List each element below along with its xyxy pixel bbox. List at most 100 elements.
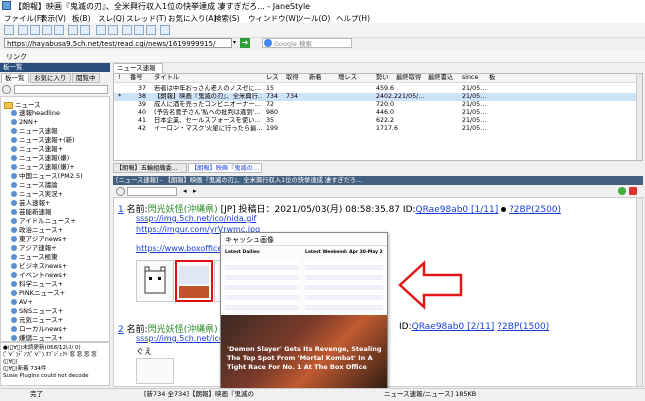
thread-list-tab[interactable]: ニュース速報: [113, 63, 163, 73]
board-item[interactable]: ニュース極東: [11, 253, 58, 261]
board-item[interactable]: ローカルnews+: [11, 325, 67, 333]
thread-tab[interactable]: 【朗報】五輪組織委…: [113, 163, 187, 173]
board-item[interactable]: 政治ニュース+: [11, 226, 63, 234]
screenshot-thumbnail[interactable]: [175, 260, 213, 302]
thread-list-scrollbar[interactable]: [636, 74, 642, 160]
stop-icon[interactable]: [146, 25, 156, 35]
tab-browsing[interactable]: 閲覧中: [72, 73, 100, 83]
thread-row[interactable]: 39 成人に酒を売ったコンビニオーナー… 72 720.0 21/05…: [114, 101, 642, 109]
go-button[interactable]: ➜: [240, 38, 250, 48]
address-input[interactable]: https://hayabusa9.5ch.net/test/read.cgi/…: [4, 38, 232, 48]
favorites-icon[interactable]: [30, 25, 40, 35]
tab-favorites[interactable]: お気に入り: [30, 73, 71, 83]
thread-row[interactable]: 37 若者は中年おっさん老人のノスゼに… 15 459.6 21/05…: [114, 85, 642, 93]
thread-tab-active[interactable]: 【朗報】映画『鬼滅の…: [188, 163, 262, 173]
close-icon[interactable]: [629, 187, 637, 195]
col-get[interactable]: 取得: [286, 74, 299, 82]
prev-icon[interactable]: ◂: [183, 187, 187, 195]
board-item[interactable]: 2NN+: [11, 118, 38, 126]
board-item[interactable]: PINKニュース+: [11, 289, 65, 297]
board-item[interactable]: アジア速報+: [11, 244, 57, 252]
col-since[interactable]: since: [462, 74, 478, 82]
board-label: ビジネスnews+: [19, 262, 68, 270]
google-search-input[interactable]: Google 検索: [262, 38, 352, 48]
board-icon: [11, 173, 17, 179]
post-be[interactable]: ?2BP(2500): [509, 205, 561, 215]
col-last-post[interactable]: 最終書込: [428, 74, 453, 82]
post-id[interactable]: QRae98ab0 [2/11]: [412, 322, 495, 332]
board-label: 元気ニュース+: [19, 316, 64, 324]
post-id[interactable]: QRae98ab0 [1/11]: [416, 205, 499, 215]
col-number[interactable]: 番号: [130, 74, 143, 82]
board-filter-input[interactable]: [14, 85, 108, 94]
board-item[interactable]: 速報headline: [11, 109, 60, 117]
board-icon: [11, 272, 17, 278]
forward-icon[interactable]: [134, 25, 144, 35]
post-be[interactable]: ?2BP(1500): [497, 322, 549, 332]
board-list-icon[interactable]: [18, 25, 28, 35]
row-since: 21/05…: [462, 125, 487, 132]
board-item[interactable]: ニュース速報(嫌): [11, 154, 69, 162]
board-label: 芸能新速報: [19, 208, 52, 216]
board-item[interactable]: SNSニュース+: [11, 307, 63, 315]
post-link[interactable]: sssp://img.5ch.net/ico/nida.gif: [136, 214, 256, 223]
status-bar: 完了 [新734 全734]【朗報】映画『鬼滅の ニュース速報/ニュース] 18…: [0, 388, 645, 401]
board-item[interactable]: 科学ニュース+: [11, 280, 63, 288]
thread-scrollbar[interactable]: [636, 198, 642, 386]
board-item[interactable]: ニュース速報+(新): [11, 136, 75, 144]
thread-row[interactable]: 42 イーロン・マスク'火星に行ったら最… 199 1717.6 21/05…: [114, 125, 642, 133]
board-item[interactable]: ニュース速報+: [11, 145, 63, 153]
board-item[interactable]: 嫌儲ニュース+: [11, 334, 63, 341]
layout2-icon[interactable]: [54, 25, 64, 35]
thread-search-input[interactable]: [127, 187, 177, 196]
col-mark[interactable]: !: [118, 74, 121, 82]
refresh-icon[interactable]: [4, 25, 14, 35]
col-momentum[interactable]: 勢い: [376, 74, 389, 82]
tools-icon[interactable]: [108, 25, 118, 35]
next-icon[interactable]: ▸: [193, 187, 197, 195]
thread-row[interactable]: 40 (予告名菅子さん'私への批判は違到'… 980 446.0 21/05…: [114, 109, 642, 117]
col-board[interactable]: 板: [489, 74, 495, 82]
board-item[interactable]: ビジネスnews+: [11, 262, 67, 270]
board-item[interactable]: 東アジアnews+: [11, 235, 67, 243]
board-item[interactable]: ニュース議論: [11, 181, 58, 189]
cache-image-popup: キャッシュ画像 Latest Dailies Latest Weekend: A…: [220, 232, 388, 394]
thread-row[interactable]: 41 日本企業、セールスフォースを使い… 35 622.2 21/05…: [114, 117, 642, 125]
board-item[interactable]: 元気ニュース+: [11, 316, 63, 324]
home-icon[interactable]: [160, 25, 170, 35]
thread-row[interactable]: * 38 【朗報】映画『鬼滅の刃』、全米興行… 734 734 2402.2 2…: [114, 93, 642, 101]
tree-root-news[interactable]: ニュース: [4, 101, 41, 109]
board-item[interactable]: アイドルニュース+: [11, 217, 76, 225]
col-res[interactable]: レス: [266, 74, 279, 82]
col-new[interactable]: 新着: [309, 74, 322, 82]
post-number[interactable]: 2: [118, 325, 124, 335]
window-icon[interactable]: [68, 25, 78, 35]
board-item[interactable]: 芸人速報+: [11, 199, 50, 207]
tab-board-list[interactable]: 板一覧: [1, 73, 29, 83]
row-since: 21/05…: [462, 93, 487, 100]
board-item[interactable]: イベントnews+: [11, 271, 67, 279]
board-item[interactable]: ニュース速報(嫌)+: [11, 163, 75, 171]
col-title[interactable]: タイトル: [154, 74, 179, 82]
settings-icon[interactable]: [96, 25, 106, 35]
layout-icon[interactable]: [42, 25, 52, 35]
back-icon[interactable]: [122, 25, 132, 35]
board-item[interactable]: ニュース実況+: [11, 190, 63, 198]
board-item[interactable]: ニュース速報: [11, 127, 58, 135]
window2-icon[interactable]: [80, 25, 90, 35]
search-icon[interactable]: [116, 187, 125, 196]
col-last-get[interactable]: 最終取得: [396, 74, 421, 82]
address-dropdown-icon[interactable]: ▾: [233, 38, 239, 48]
col-inc[interactable]: 増レス: [338, 74, 357, 82]
board-label: 中国ニュース(PM2.5): [19, 172, 83, 180]
thread-list: ! 番号 タイトル レス 取得 新着 増レス 勢い 最終取得 最終書込 sinc…: [113, 73, 643, 161]
board-item[interactable]: AV+: [11, 298, 33, 306]
board-item[interactable]: 芸能新速報: [11, 208, 52, 216]
cat-thumbnail[interactable]: [136, 260, 174, 302]
search-icon[interactable]: [2, 85, 11, 94]
board-item[interactable]: 中国ニュース(PM2.5): [11, 172, 83, 180]
cat-thumbnail[interactable]: [136, 358, 174, 384]
post-number[interactable]: 1: [118, 205, 124, 215]
row-mark: *: [118, 93, 122, 100]
board-label: 東アジアnews+: [19, 235, 68, 243]
